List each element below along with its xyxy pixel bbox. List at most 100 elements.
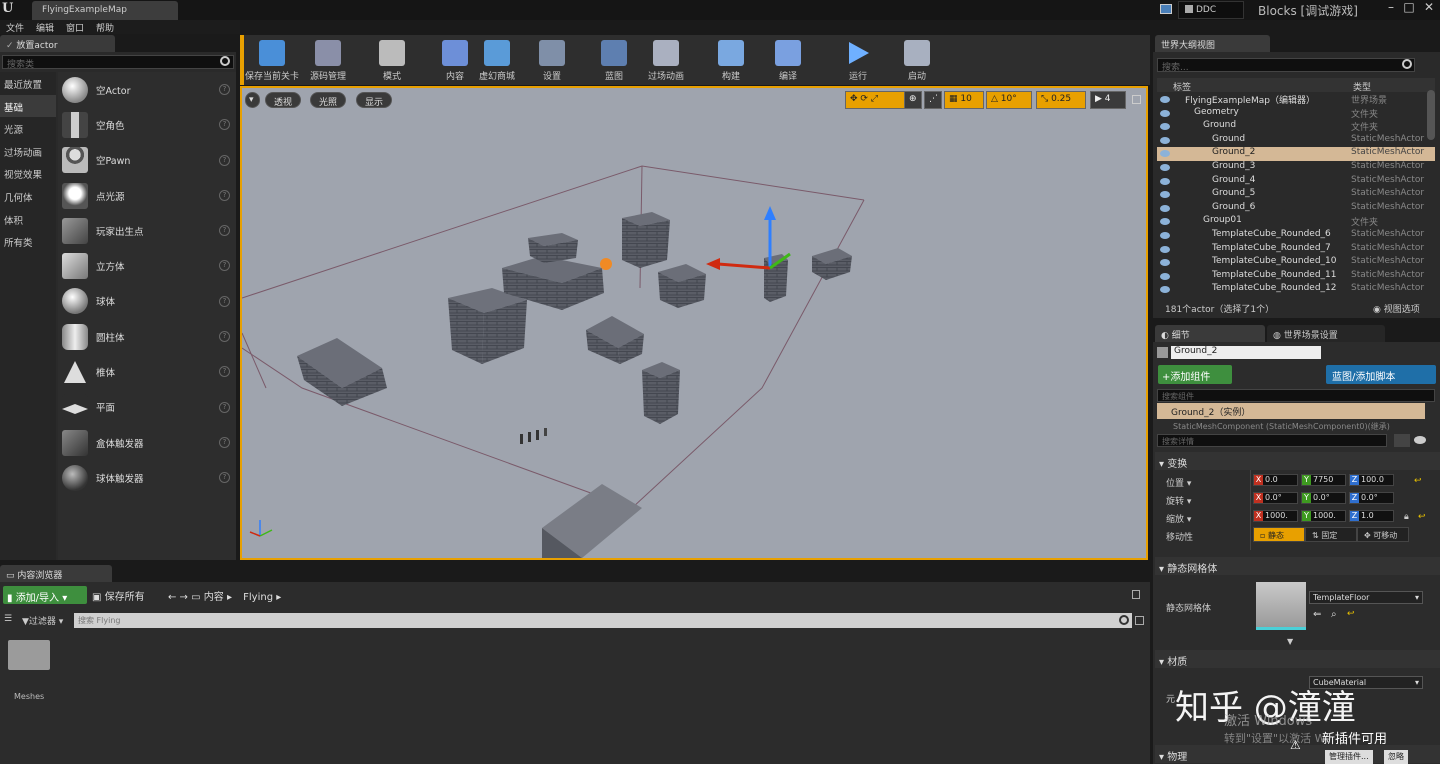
content-search-input[interactable]: 搜索 Flying (74, 613, 1132, 628)
outliner-row[interactable]: TemplateCube_Rounded_11 StaticMeshActor (1157, 270, 1435, 284)
actor-item[interactable]: 球体触发器? (58, 460, 236, 495)
actor-item[interactable]: 立方体? (58, 248, 236, 283)
toolbar-modes-button[interactable]: 模式 (374, 38, 410, 82)
scale-y-input[interactable]: Y 1000. (1301, 510, 1346, 522)
outliner-row[interactable]: Ground StaticMeshActor (1157, 134, 1435, 148)
help-icon[interactable]: ? (219, 401, 230, 413)
show-button[interactable]: 显示 (356, 92, 393, 108)
scale-x-input[interactable]: X 1000. (1253, 510, 1298, 522)
category-cinematic[interactable]: 过场动画 (0, 140, 56, 163)
outliner-row[interactable]: TemplateCube_Rounded_12 StaticMeshActor (1157, 283, 1435, 297)
rotate-snap-button[interactable]: △ 10° (986, 91, 1032, 109)
reset-location-icon[interactable]: ↩ (1414, 476, 1422, 486)
level-tab[interactable]: FlyingExampleMap (32, 1, 178, 20)
help-icon[interactable]: ? (219, 154, 230, 166)
visibility-eye-icon[interactable] (1160, 123, 1170, 131)
toolbar-compile-button[interactable]: 编译 (770, 38, 806, 82)
static-mesh-dropdown[interactable]: TemplateFloor ▾ (1309, 591, 1423, 604)
transform-mode-buttons[interactable]: ✥ ⟳ ⤢ (845, 91, 909, 109)
perspective-button[interactable]: 透视 (265, 92, 302, 108)
category-recent[interactable]: 最近放置 (0, 72, 56, 95)
visibility-eye-icon[interactable] (1160, 150, 1170, 158)
menu-file[interactable]: 文件 (0, 20, 30, 35)
outliner-row[interactable]: Ground 文件夹 (1157, 120, 1435, 134)
actor-item[interactable]: 空Actor? (58, 72, 236, 107)
details-tab[interactable]: ◐ 细节 (1155, 325, 1265, 342)
sync-icon[interactable] (1160, 4, 1172, 14)
back-icon[interactable]: ← → (168, 592, 191, 603)
level-viewport[interactable] (240, 86, 1148, 560)
lit-button[interactable]: 光照 (310, 92, 347, 108)
actor-item[interactable]: 圆柱体? (58, 319, 236, 354)
reset-mesh-icon[interactable]: ↩ (1347, 609, 1355, 619)
visibility-eye-icon[interactable] (1160, 191, 1170, 199)
col-type-header[interactable]: 类型 (1353, 80, 1371, 93)
use-selected-icon[interactable]: ⇐ (1313, 609, 1321, 620)
toolbar-play-button[interactable]: 运行 (840, 38, 876, 82)
category-visual-effects[interactable]: 视觉效果 (0, 162, 56, 185)
minimize-icon[interactable]: – (1382, 0, 1400, 18)
help-icon[interactable]: ? (219, 366, 230, 378)
scale-z-input[interactable]: Z 1.0 (1349, 510, 1394, 522)
help-icon[interactable]: ? (219, 119, 230, 131)
ddc-button[interactable]: DDC (1178, 1, 1244, 19)
filters-button[interactable]: ▼过滤器 ▾ (22, 614, 63, 627)
component-search-input[interactable]: 搜索组件 (1157, 389, 1435, 402)
visibility-eye-icon[interactable] (1160, 286, 1170, 294)
visibility-eye-icon[interactable] (1160, 96, 1170, 103)
breadcrumb-content[interactable]: 内容 (204, 592, 224, 603)
outliner-row[interactable]: Group01 文件夹 (1157, 215, 1435, 229)
lock-icon[interactable] (1132, 590, 1140, 599)
location-x-input[interactable]: X 0.0 (1253, 474, 1298, 486)
eye-icon[interactable] (1414, 436, 1426, 444)
outliner-row[interactable]: FlyingExampleMap（编辑器） 世界场景 (1157, 93, 1435, 107)
lock-scale-icon[interactable]: 🔒︎ (1404, 512, 1409, 522)
visibility-eye-icon[interactable] (1160, 259, 1170, 267)
world-local-icon[interactable]: ⊕ (904, 91, 922, 109)
help-icon[interactable]: ? (219, 472, 230, 484)
toolbar-settings-button[interactable]: 设置 (536, 38, 568, 82)
visibility-eye-icon[interactable] (1160, 218, 1170, 226)
visibility-eye-icon[interactable] (1160, 163, 1170, 171)
expand-arrow-icon[interactable]: ▼ (1287, 637, 1293, 646)
visibility-eye-icon[interactable] (1160, 204, 1170, 212)
scale-label[interactable]: 缩放 ▾ (1166, 512, 1191, 525)
help-icon[interactable]: ? (219, 436, 230, 448)
outliner-row[interactable]: Ground_6 StaticMeshActor (1157, 202, 1435, 216)
visibility-eye-icon[interactable] (1160, 109, 1170, 117)
visibility-eye-icon[interactable] (1160, 231, 1170, 239)
mobility-static-button[interactable]: ▫ 静态 (1253, 527, 1305, 542)
browse-icon[interactable]: ⌕ (1331, 609, 1337, 620)
outliner-row[interactable]: Ground_2 StaticMeshActor (1157, 147, 1435, 161)
grid-snap-button[interactable]: ▦ 10 (944, 91, 984, 109)
actor-item[interactable]: 空Pawn? (58, 143, 236, 178)
materials-section[interactable]: ▾ 材质 (1155, 650, 1440, 668)
outliner-row[interactable]: Ground_4 StaticMeshActor (1157, 175, 1435, 189)
actor-item[interactable]: 点光源? (58, 178, 236, 213)
visibility-eye-icon[interactable] (1160, 136, 1170, 144)
actor-item[interactable]: 玩家出生点? (58, 213, 236, 248)
mobility-movable-button[interactable]: ✥ 可移动 (1357, 527, 1409, 542)
help-icon[interactable]: ? (219, 295, 230, 307)
maximize-icon[interactable]: □ (1400, 0, 1418, 18)
transform-section[interactable]: ▾ 变换 (1155, 452, 1440, 470)
outliner-scrollbar[interactable] (1427, 90, 1435, 140)
breadcrumb-flying[interactable]: Flying (243, 592, 273, 603)
actor-item[interactable]: 椎体? (58, 354, 236, 389)
static-mesh-section[interactable]: ▾ 静态网格体 (1155, 557, 1440, 575)
outliner-row[interactable]: TemplateCube_Rounded_6 StaticMeshActor (1157, 229, 1435, 243)
toolbar-content-button[interactable]: 内容 (438, 38, 472, 82)
toolbar-cinematics-button[interactable]: 过场动画 (642, 38, 690, 82)
blueprint-add-script-button[interactable]: 蓝图/添加脚本 (1326, 365, 1436, 384)
rotation-z-input[interactable]: Z 0.0° (1349, 492, 1394, 504)
reset-scale-icon[interactable]: ↩ (1418, 512, 1426, 522)
maximize-viewport-icon[interactable] (1132, 95, 1141, 104)
visibility-eye-icon[interactable] (1160, 177, 1170, 185)
visibility-eye-icon[interactable] (1160, 245, 1170, 253)
static-mesh-thumbnail[interactable] (1256, 582, 1306, 630)
outliner-row[interactable]: Ground_5 StaticMeshActor (1157, 188, 1435, 202)
menu-edit[interactable]: 编辑 (30, 20, 60, 35)
actor-item[interactable]: 盒体触发器? (58, 425, 236, 460)
component-instance-row[interactable]: Ground_2（实例） (1157, 403, 1425, 419)
toolbar-build-button[interactable]: 构建 (716, 38, 746, 82)
